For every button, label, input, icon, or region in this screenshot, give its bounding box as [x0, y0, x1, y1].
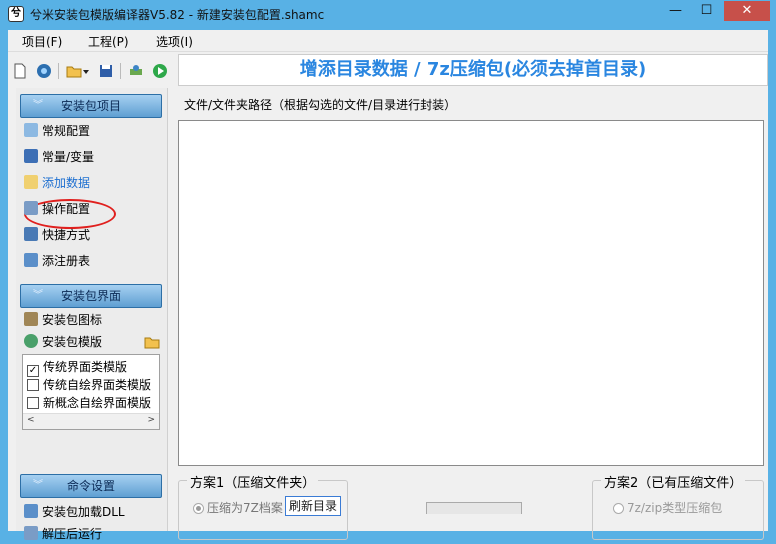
build-icon[interactable]	[128, 63, 144, 79]
group-label: 安装包项目	[60, 99, 121, 113]
sidebar-item-label: 快捷方式	[42, 228, 91, 242]
sidebar-item-installer-icon[interactable]: 安装包图标	[24, 310, 164, 330]
sidebar-item-label: 解压后运行	[42, 527, 103, 541]
sidebar-item-registry[interactable]: 添注册表	[24, 251, 164, 271]
compress-7z-option[interactable]: 压缩为7Z档案	[193, 499, 283, 516]
maximize-button[interactable]: ☐	[693, 1, 720, 21]
checkbox[interactable]	[27, 379, 39, 391]
group-header-project[interactable]: ︾ 安装包项目	[20, 94, 162, 118]
variables-icon	[24, 149, 38, 163]
new-file-icon[interactable]	[12, 63, 28, 79]
option-label: 7z/zip类型压缩包	[627, 501, 723, 515]
template-item[interactable]: ✓ 传统界面类模版	[27, 358, 128, 377]
menu-project[interactable]: 项目(F)	[22, 33, 62, 50]
group-header-ui[interactable]: ︾ 安装包界面	[20, 284, 162, 308]
radio-selected[interactable]	[193, 503, 204, 514]
app-icon: 兮	[8, 6, 24, 22]
group-label: 安装包界面	[60, 289, 121, 303]
client-area: 项目(F) 工程(P) 选项(I) ︾ 安装包项目 常规配置 常量/变量 添加数…	[8, 30, 768, 541]
title-bar[interactable]: 兮 兮米安装包模版编译器V5.82 - 新建安装包配置.shamc — ☐ ✕	[0, 0, 776, 28]
shortcut-icon	[24, 227, 38, 241]
scroll-right-icon[interactable]: >	[147, 415, 155, 425]
app-window: 兮 兮米安装包模版编译器V5.82 - 新建安装包配置.shamc — ☐ ✕ …	[0, 0, 776, 541]
template-label: 传统自绘界面类模版	[43, 378, 152, 392]
sidebar-item-label: 添注册表	[42, 254, 91, 268]
main-panel: 增添目录数据 / 7z压缩包(必须去掉首目录) 文件/文件夹路径（根据勾选的文件…	[178, 54, 768, 540]
sidebar-item-label: 常量/变量	[42, 150, 95, 164]
sidebar-item-label: 常规配置	[42, 124, 91, 138]
template-label: 传统界面类模版	[43, 360, 128, 374]
checkbox[interactable]	[27, 397, 39, 409]
sidebar: ︾ 安装包项目 常规配置 常量/变量 添加数据 操作配置 快捷方式 添注册表 ︾…	[16, 88, 168, 541]
sidebar-item-general[interactable]: 常规配置	[24, 121, 164, 141]
collapse-chevron-icon: ︾	[33, 480, 43, 491]
sidebar-item-run-after-extract[interactable]: 解压后运行	[24, 524, 164, 544]
menu-engineering[interactable]: 工程(P)	[88, 33, 129, 50]
scroll-left-icon[interactable]: <	[27, 415, 35, 425]
scheme1-group: 方案1（压缩文件夹） 压缩为7Z档案 刷新目录	[178, 472, 348, 540]
option-label: 压缩为7Z档案	[207, 501, 283, 515]
sidebar-item-label: 安装包加载DLL	[42, 505, 125, 519]
sidebar-item-label: 安装包图标	[42, 313, 103, 327]
collapse-chevron-icon: ︾	[33, 290, 43, 301]
group-label: 命令设置	[66, 479, 115, 493]
template-item[interactable]: 传统自绘界面类模版	[27, 376, 151, 393]
sidebar-item-label: 操作配置	[42, 202, 91, 216]
sidebar-item-load-dll[interactable]: 安装包加载DLL	[24, 502, 164, 522]
template-list: ✓ 传统界面类模版 传统自绘界面类模版 新概念自绘界面模版 < >	[22, 354, 160, 430]
open-folder-icon[interactable]	[66, 63, 82, 79]
save-icon[interactable]	[98, 63, 114, 79]
page-title: 增添目录数据 / 7z压缩包(必须去掉首目录)	[178, 54, 768, 86]
template-item[interactable]: 新概念自绘界面模版	[27, 394, 151, 411]
toolbar-separator	[120, 63, 121, 79]
sidebar-item-constants[interactable]: 常量/变量	[24, 147, 164, 167]
scheme2-group: 方案2（已有压缩文件） 7z/zip类型压缩包	[592, 472, 764, 540]
radio[interactable]	[613, 503, 624, 514]
settings-icon	[24, 123, 38, 137]
sidebar-item-label: 安装包模版	[42, 335, 103, 349]
registry-icon	[24, 253, 38, 267]
dll-icon	[24, 504, 38, 518]
sidebar-item-shortcuts[interactable]: 快捷方式	[24, 225, 164, 245]
sidebar-item-add-data[interactable]: 添加数据	[24, 173, 164, 193]
close-button[interactable]: ✕	[724, 1, 770, 21]
package-icon	[24, 312, 38, 326]
minimize-button[interactable]: —	[662, 1, 689, 21]
scheme2-legend: 方案2（已有压缩文件）	[601, 472, 746, 491]
file-list[interactable]	[178, 120, 764, 466]
operations-icon	[24, 201, 38, 215]
scheme1-legend: 方案1（压缩文件夹）	[187, 472, 319, 491]
globe-icon[interactable]	[36, 63, 52, 79]
horizontal-scrollbar[interactable]: < >	[23, 413, 159, 429]
dropdown-arrow-icon[interactable]	[82, 63, 90, 79]
run-after-icon	[24, 526, 38, 540]
archive-7z-zip-option[interactable]: 7z/zip类型压缩包	[613, 499, 722, 516]
action-button[interactable]	[426, 502, 522, 514]
sidebar-item-operations[interactable]: 操作配置	[24, 199, 164, 219]
window-title: 兮米安装包模版编译器V5.82 - 新建安装包配置.shamc	[30, 8, 325, 22]
template-label: 新概念自绘界面模版	[43, 396, 152, 410]
add-data-icon	[24, 175, 38, 189]
menu-bar: 项目(F) 工程(P) 选项(I)	[8, 30, 768, 52]
menu-options[interactable]: 选项(I)	[156, 33, 193, 50]
toolbar-separator	[58, 63, 59, 79]
sidebar-item-templates[interactable]: 安装包模版	[24, 332, 164, 352]
run-icon[interactable]	[152, 63, 168, 79]
refresh-dir-button[interactable]: 刷新目录	[285, 496, 342, 516]
template-icon	[24, 334, 38, 348]
open-folder-icon[interactable]	[144, 335, 160, 349]
sidebar-item-label: 添加数据	[42, 176, 91, 190]
path-label: 文件/文件夹路径（根据勾选的文件/目录进行封装）	[184, 98, 457, 112]
group-header-commands[interactable]: ︾ 命令设置	[20, 474, 162, 498]
collapse-chevron-icon: ︾	[33, 100, 43, 111]
